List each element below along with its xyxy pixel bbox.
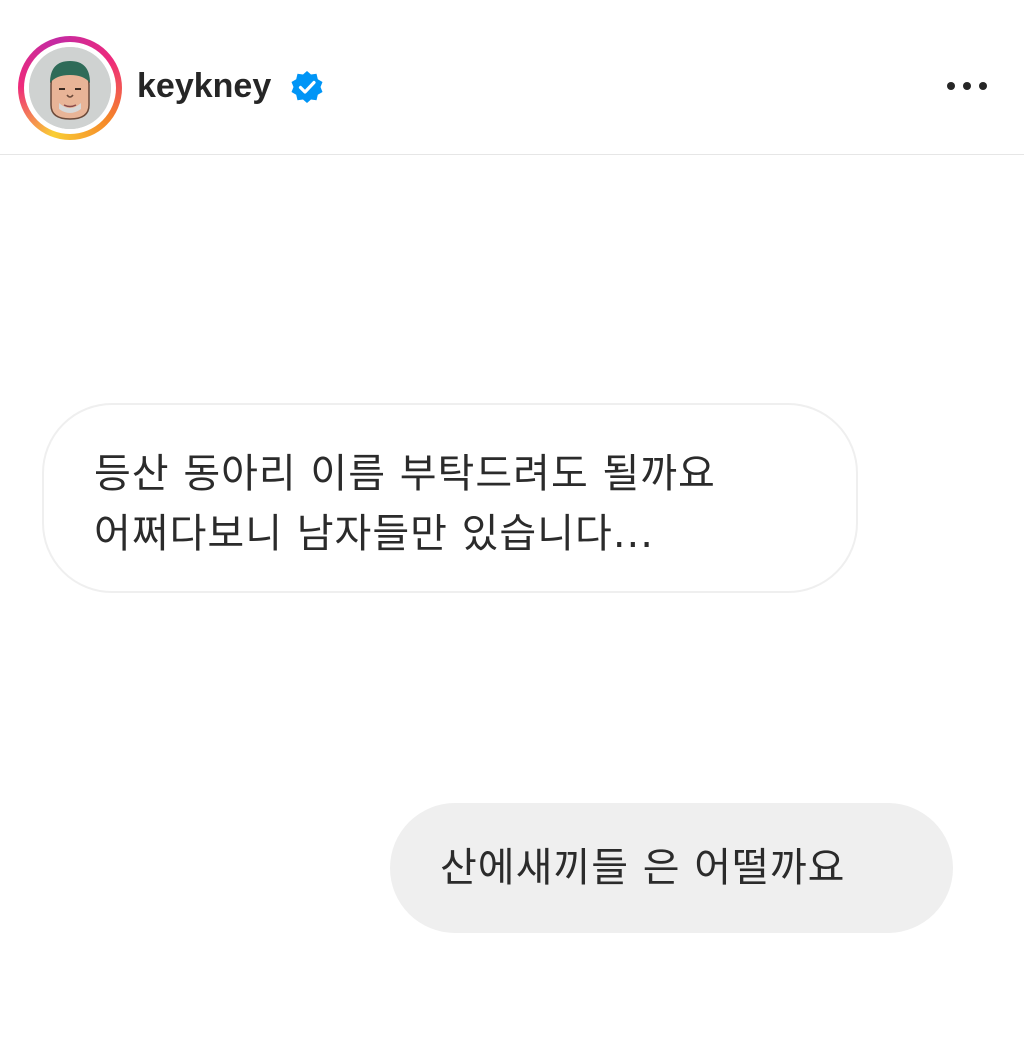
message-bubble-sent[interactable]: 산에새끼들 은 어떨까요 <box>390 803 953 933</box>
message-line: 등산 동아리 이름 부탁드려도 될까요 <box>94 451 716 497</box>
post-header: keykney <box>0 0 1024 155</box>
verified-badge-icon <box>291 71 323 103</box>
avatar-face-icon <box>29 47 111 129</box>
avatar[interactable] <box>29 47 111 129</box>
message-line: 어쩌다보니 남자들만 있습니다... <box>94 511 654 557</box>
more-options-icon <box>947 82 955 90</box>
message-line: 산에새끼들 은 어떨까요 <box>440 845 846 891</box>
message-bubble-received[interactable]: 등산 동아리 이름 부탁드려도 될까요 어쩌다보니 남자들만 있습니다... <box>42 403 858 593</box>
username[interactable]: keykney <box>137 64 271 108</box>
more-options-button[interactable] <box>940 70 994 102</box>
story-ring[interactable] <box>18 36 122 140</box>
